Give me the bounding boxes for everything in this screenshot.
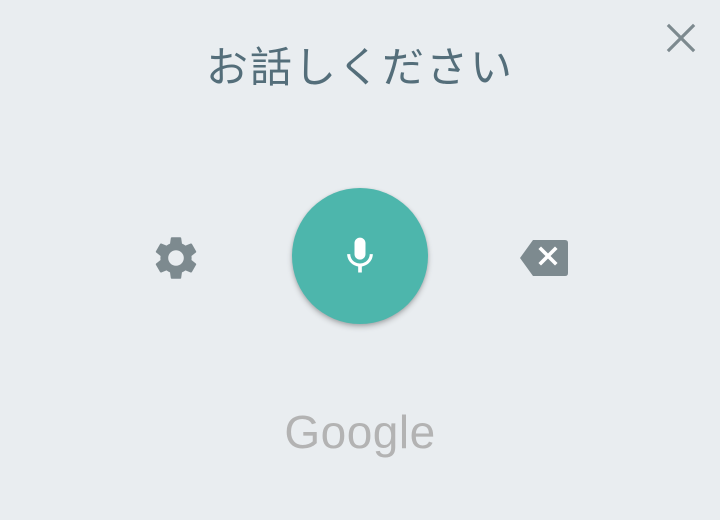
microphone-icon (347, 237, 373, 273)
gear-icon (155, 237, 197, 279)
microphone-button[interactable] (292, 188, 428, 324)
settings-button[interactable] (150, 232, 202, 284)
backspace-button[interactable] (516, 234, 572, 282)
google-logo: Google (284, 406, 436, 458)
backspace-icon (520, 240, 568, 276)
prompt-title: お話しください (205, 43, 514, 92)
